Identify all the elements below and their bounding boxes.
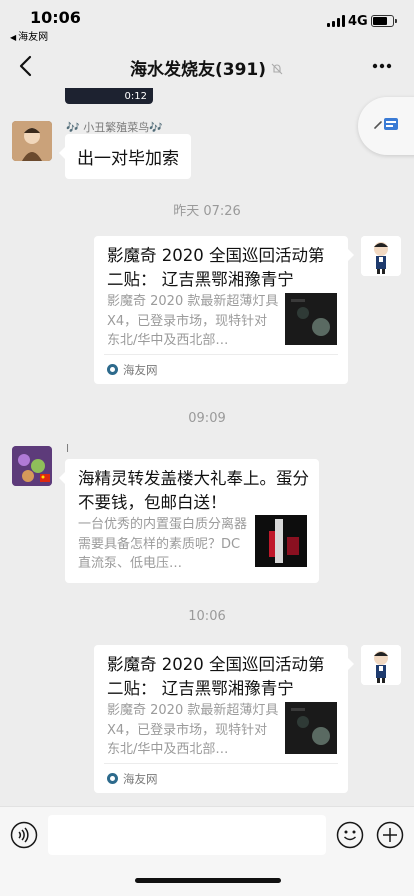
battery-icon <box>371 15 397 27</box>
back-triangle-icon: ◀ <box>10 33 17 42</box>
timestamp: 10:06 <box>188 609 226 624</box>
card-divider <box>104 354 338 355</box>
card-title: 海精灵转发盖楼大礼奉上。蛋分不要钱，包邮白送！ <box>78 469 309 512</box>
more-options-icon[interactable] <box>370 56 394 76</box>
chat-title: 海水发烧友(391) <box>0 55 414 80</box>
card-source-label: 海友网 <box>123 363 158 377</box>
card-source: 海友网 <box>107 771 158 787</box>
source-logo-icon <box>107 364 118 375</box>
video-message[interactable]: 0:12 <box>65 88 153 104</box>
avatar[interactable] <box>12 121 52 161</box>
timestamp: 09:09 <box>188 411 226 426</box>
card-thumbnail-image <box>285 293 337 345</box>
avatar[interactable] <box>12 446 52 486</box>
link-card[interactable]: 影魔奇 2020 全国巡回活动第二贴： 辽吉黑鄂湘豫青宁 影魔奇 2020 款最… <box>94 236 354 384</box>
emoji-icon[interactable] <box>336 821 364 849</box>
card-source: 海友网 <box>107 362 158 378</box>
battery-level <box>373 17 387 25</box>
sender-name: l <box>66 442 70 455</box>
card-thumbnail <box>255 515 307 567</box>
card-title: 影魔奇 2020 全国巡回活动第二贴： 辽吉黑鄂湘豫青宁 <box>107 655 325 698</box>
message-bubble[interactable]: 出一对毕加索 <box>59 134 191 179</box>
sender-name: 🎶 小丑繁殖菜鸟🎶 <box>66 121 163 134</box>
timestamp: 昨天 07:26 <box>173 204 241 219</box>
card-source-label: 海友网 <box>123 772 158 786</box>
avatar-image <box>361 236 401 276</box>
network-type: 4G <box>348 14 368 29</box>
signal-icon <box>327 15 345 27</box>
link-card[interactable]: 海精灵转发盖楼大礼奉上。蛋分不要钱，包邮白送！ 一台优秀的内置蛋白质分离器需要具… <box>59 459 319 583</box>
video-duration: 0:12 <box>124 91 147 102</box>
card-thumbnail <box>285 702 337 754</box>
card-divider <box>104 763 338 764</box>
card-thumbnail-image <box>285 702 337 754</box>
voice-input-icon[interactable] <box>10 821 38 849</box>
chat-messages[interactable]: 0:12 🎶 小丑繁殖菜鸟🎶 出一对毕加索 昨天 07:26 影魔奇 2020 … <box>0 88 414 806</box>
card-thumbnail <box>285 293 337 345</box>
card-thumbnail-image <box>255 515 307 567</box>
source-logo-icon <box>107 773 118 784</box>
status-bar: 10:06 ◀ 海友网 4G <box>0 0 414 44</box>
navigation-bar: 海水发烧友(391) <box>0 44 414 88</box>
back-to-app-label: 海友网 <box>18 32 49 43</box>
status-time: 10:06 <box>30 8 81 27</box>
card-description: 影魔奇 2020 款最新超薄灯具 X4，已登录市场，现特针对东北/华中及西北部… <box>107 703 279 757</box>
mute-bell-icon <box>271 63 283 75</box>
avatar-image <box>361 645 401 685</box>
card-title: 影魔奇 2020 全国巡回活动第二贴： 辽吉黑鄂湘豫青宁 <box>107 246 325 289</box>
home-indicator[interactable] <box>135 878 281 883</box>
link-icon <box>374 118 398 130</box>
link-card[interactable]: 影魔奇 2020 全国巡回活动第二贴： 辽吉黑鄂湘豫青宁 影魔奇 2020 款最… <box>94 645 354 793</box>
plus-icon[interactable] <box>376 821 404 849</box>
card-description: 影魔奇 2020 款最新超薄灯具 X4，已登录市场，现特针对东北/华中及西北部… <box>107 294 279 348</box>
message-input[interactable] <box>48 815 326 855</box>
card-description: 一台优秀的内置蛋白质分离器需要具备怎样的素质呢？DC 直流泵、低电压… <box>78 517 248 571</box>
my-avatar[interactable] <box>361 645 401 685</box>
chat-title-text: 海水发烧友(391) <box>129 60 267 80</box>
my-avatar[interactable] <box>361 236 401 276</box>
back-to-app-link[interactable]: ◀ 海友网 <box>10 28 48 43</box>
avatar-image <box>12 446 52 486</box>
floating-window-button[interactable] <box>358 97 414 155</box>
avatar-image <box>12 121 52 161</box>
